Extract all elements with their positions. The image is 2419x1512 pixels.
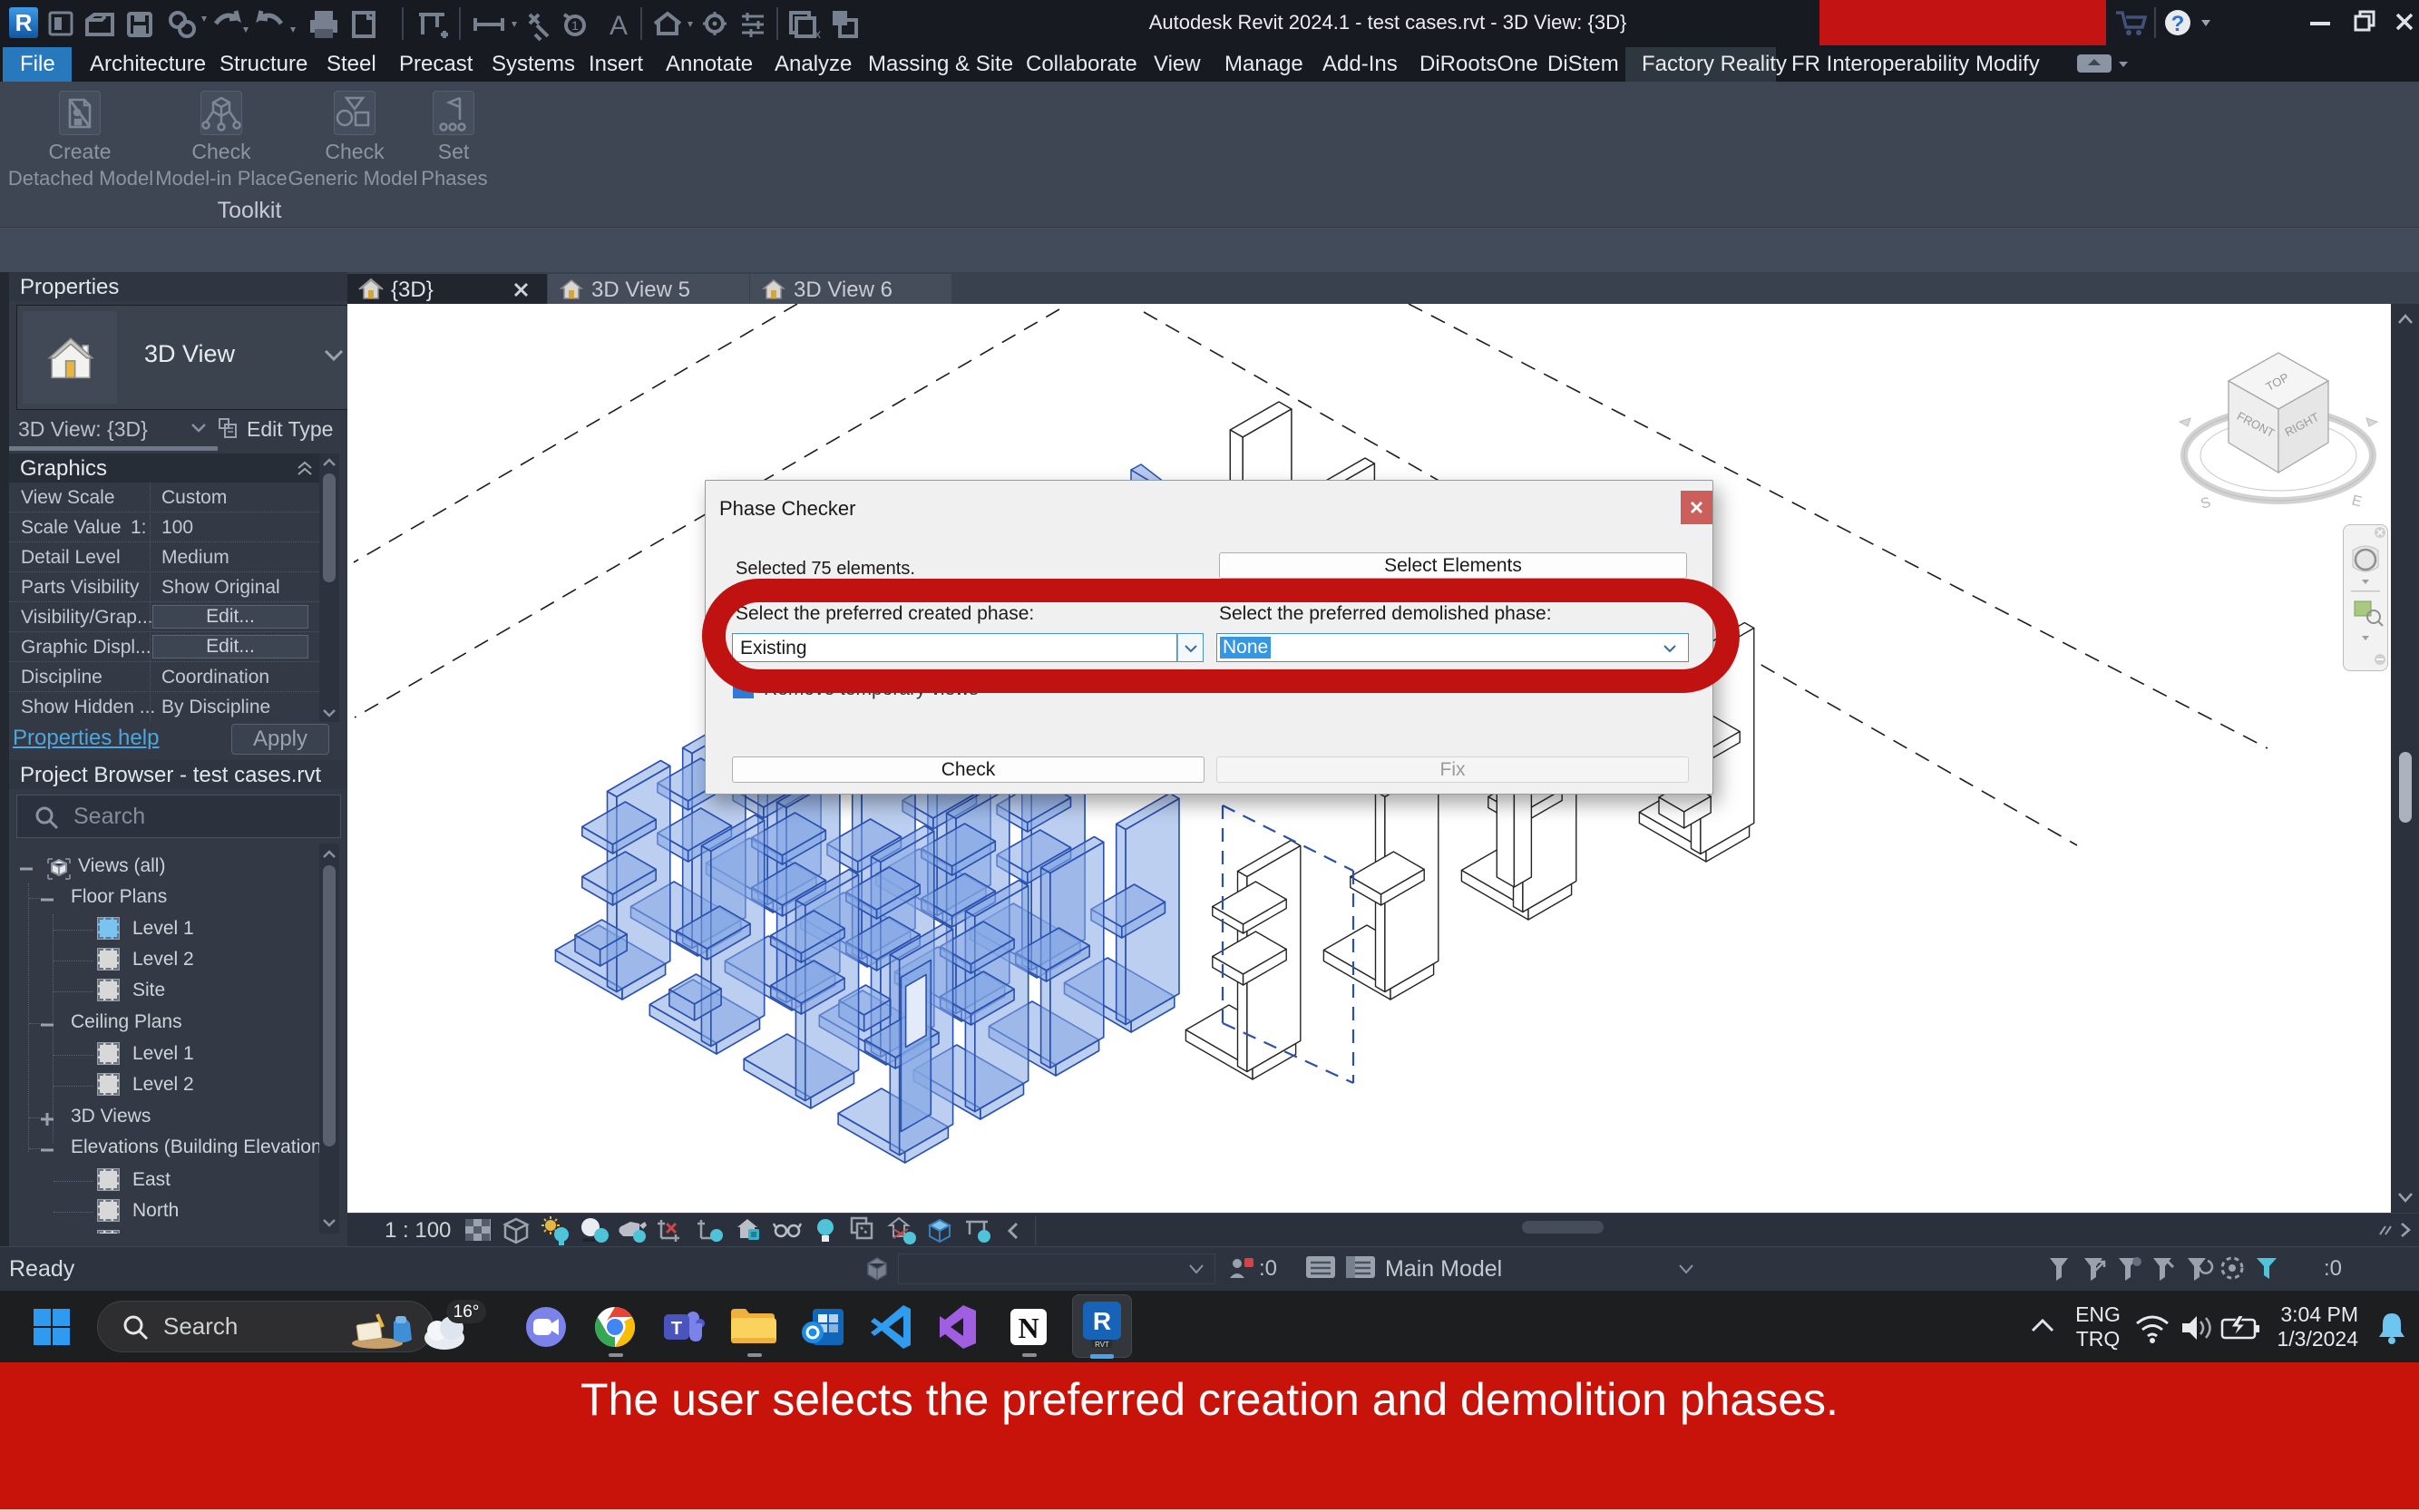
svg-text:R: R <box>1093 1307 1111 1335</box>
svg-text:R: R <box>15 9 33 36</box>
svg-text:RVT: RVT <box>1095 1341 1109 1349</box>
svg-text:1: 1 <box>571 18 579 33</box>
svg-text:N: N <box>1018 1312 1039 1344</box>
svg-text:E: E <box>2350 493 2363 510</box>
svg-text:A: A <box>610 11 628 41</box>
svg-text:T: T <box>671 1319 682 1339</box>
svg-text:S: S <box>2199 495 2212 512</box>
svg-text:?: ? <box>2171 12 2185 36</box>
svg-text:16°: 16° <box>454 1302 480 1322</box>
svg-text:x: x <box>814 26 821 41</box>
